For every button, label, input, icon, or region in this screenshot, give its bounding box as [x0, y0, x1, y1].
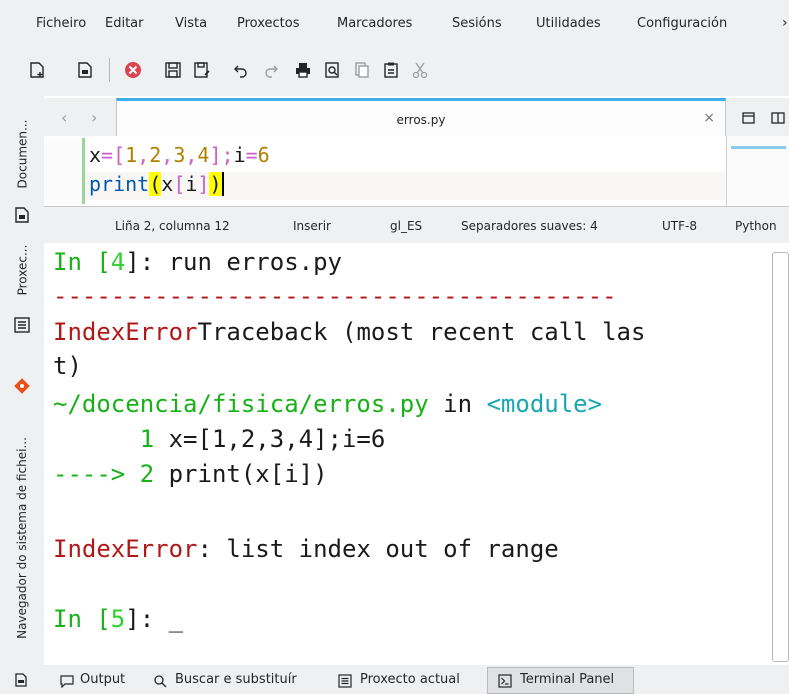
sidebar-tab-filesystem-browser[interactable]: Navegador do sistema de fichei... [0, 410, 44, 665]
menu-proxectos[interactable]: Proxectos [237, 16, 300, 31]
split-view-icon[interactable] [770, 110, 786, 126]
dictionary-language[interactable]: gl_ES [390, 219, 422, 233]
terminal-line-traceback-cont: t) [53, 352, 82, 380]
print-preview-icon[interactable] [322, 60, 342, 80]
undo-icon[interactable] [231, 60, 251, 80]
bottom-tab-terminal-panel[interactable]: Terminal Panel [520, 672, 614, 687]
terminal-icon [498, 673, 512, 688]
save-icon[interactable] [163, 60, 183, 80]
terminal-line-source-1: 1 x=[1,2,3,4];i=6 [53, 425, 386, 453]
menu-sesions[interactable]: Sesións [452, 16, 502, 31]
project-icon [13, 316, 31, 334]
terminal-line-error: IndexError: list index out of range [53, 535, 559, 563]
tab-back-button[interactable]: ‹ [61, 108, 67, 127]
terminal-line-prompt-4: In [4]: run erros.py [53, 248, 342, 276]
git-icon [13, 377, 31, 395]
open-document-icon[interactable] [75, 60, 95, 80]
cursor-position[interactable]: Liña 2, columna 12 [115, 219, 230, 233]
bottom-tab-output[interactable]: Output [80, 672, 125, 687]
menu-editar[interactable]: Editar [105, 16, 144, 31]
project-icon [338, 673, 352, 688]
sidebar-tab-projects-label: Proxec... [15, 244, 30, 296]
print-icon[interactable] [293, 60, 313, 80]
document-icon [13, 672, 29, 688]
bottom-tab-current-project[interactable]: Proxecto actual [360, 672, 460, 687]
file-encoding[interactable]: UTF-8 [662, 219, 697, 233]
sidebar-tab-documents-label: Documen... [15, 119, 29, 189]
code-line-1: x=[1,2,3,4];i=6 [89, 143, 270, 167]
sidebar-tab-documents[interactable]: Documen... [0, 104, 44, 204]
terminal-line-dashes: --------------------------------------- [53, 282, 617, 310]
editor-gutter [44, 138, 82, 204]
new-tab-icon[interactable] [741, 110, 757, 126]
indentation-setting[interactable]: Separadores suaves: 4 [461, 219, 598, 233]
syntax-mode[interactable]: Python [735, 219, 777, 233]
terminal-line-path: ~/docencia/fisica/erros.py in <module> [53, 390, 603, 418]
tab-close-button[interactable]: × [703, 110, 715, 126]
paste-icon[interactable] [381, 60, 401, 80]
search-icon [153, 673, 167, 688]
tab-title: erros.py [396, 113, 446, 127]
text-cursor [221, 172, 224, 196]
close-document-icon[interactable] [123, 60, 143, 80]
sidebar-tab-projects[interactable]: Proxec... [0, 230, 44, 310]
tab-forward-button[interactable]: › [91, 108, 97, 127]
terminal-line-prompt-5: In [5]: _ [53, 605, 184, 633]
terminal-scrollbar[interactable] [772, 252, 789, 662]
save-as-icon[interactable] [192, 60, 212, 80]
editor-status-bar: Liña 2, columna 12 Inserir gl_ES Separad… [44, 207, 789, 243]
editor-minimap[interactable] [726, 136, 789, 206]
menu-vista[interactable]: Vista [175, 16, 207, 31]
toolbar-separator [109, 58, 110, 82]
input-mode[interactable]: Inserir [293, 219, 331, 233]
code-line-2: print(x[i]) [89, 172, 224, 196]
menu-utilidades[interactable]: Utilidades [536, 16, 601, 31]
new-document-icon[interactable] [27, 60, 47, 80]
output-icon [60, 673, 74, 689]
document-icon [13, 206, 31, 224]
tab-erros-py[interactable]: erros.py × [116, 98, 726, 136]
sidebar-tab-filesystem-browser-label: Navegador do sistema de fichei... [15, 436, 30, 639]
menu-overflow-button[interactable]: › [782, 15, 788, 31]
redo-icon[interactable] [261, 60, 281, 80]
terminal-line-source-2: ----> 2 print(x[i]) [53, 460, 328, 488]
menu-ficheiro[interactable]: Ficheiro [36, 16, 86, 31]
menu-marcadores[interactable]: Marcadores [337, 16, 412, 31]
bottom-tab-search-replace[interactable]: Buscar e substituír [175, 672, 297, 687]
cut-icon[interactable] [410, 60, 430, 80]
menu-bar: Ficheiro Editar Vista Proxectos Marcador… [0, 0, 789, 44]
terminal-line-traceback: IndexErrorTraceback (most recent call la… [53, 318, 646, 346]
copy-icon[interactable] [352, 60, 372, 80]
menu-configuracion[interactable]: Configuración [637, 16, 727, 31]
